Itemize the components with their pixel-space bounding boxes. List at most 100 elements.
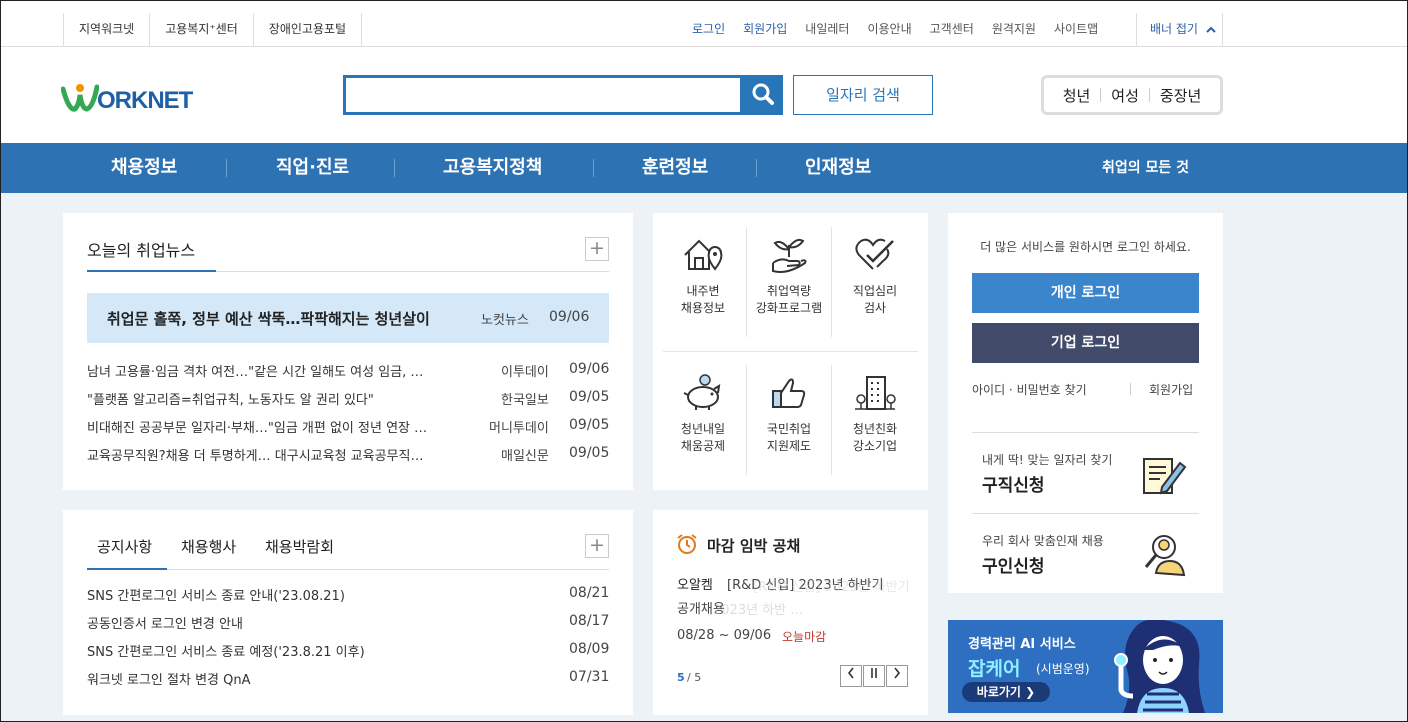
banner-service-name: 잡케어 <box>968 658 1021 680</box>
login-panel: 더 많은 서비스를 원하시면 로그인 하세요. 개인 로그인 기업 로그인 아이… <box>948 213 1223 593</box>
tab-underline <box>87 568 167 570</box>
nav-career[interactable]: 직업·진로 <box>276 143 349 193</box>
news-row[interactable]: 비대해진 공공부문 일자리·부채…"임금 개편 없이 정년 연장 … 머니투데이… <box>87 417 609 437</box>
news-row[interactable]: 교육공무직원?채용 더 투명하게… 대구시교육청 교육공무직… 매일신문 09/… <box>87 445 609 465</box>
news-row[interactable]: "플랫폼 알고리즘=취업규칙, 노동자도 알 권리 있다" 한국일보 09/05 <box>87 389 609 409</box>
site-header: ORKNET 일자리 검색 청년 여성 중장년 <box>1 47 1407 143</box>
news-title[interactable]: 오늘의 취업뉴스 <box>87 237 195 261</box>
company-login-button[interactable]: 기업 로그인 <box>972 323 1199 363</box>
search-button[interactable] <box>743 75 783 115</box>
login-link[interactable]: 로그인 <box>683 13 734 47</box>
building-icon <box>855 376 896 410</box>
news-row-source: 머니투데이 <box>489 421 549 436</box>
heart-check-icon <box>855 238 894 270</box>
target-middle-aged[interactable]: 중장년 <box>1160 85 1201 106</box>
banner-fold-button[interactable]: 배너 접기 <box>1136 13 1223 47</box>
notice-date: 08/21 <box>569 585 610 601</box>
service-label-2: 강화프로그램 <box>755 301 823 315</box>
family-site-links: 지역워크넷 고용복지⁺센터 장애인고용포털 <box>63 13 363 47</box>
personal-login-button[interactable]: 개인 로그인 <box>972 273 1199 313</box>
link-disabled-employment-portal[interactable]: 장애인고용포털 <box>254 13 363 47</box>
divider <box>1148 88 1150 102</box>
target-youth[interactable]: 청년 <box>1063 85 1091 106</box>
news-row-date: 09/05 <box>569 445 610 461</box>
top-utility-bar: 지역워크넷 고용복지⁺센터 장애인고용포털 로그인 회원가입 내일레터 이용안내… <box>1 1 1407 47</box>
service-psych-test[interactable]: 직업심리 검사 <box>833 235 917 317</box>
tab-job-fairs[interactable]: 채용박람회 <box>265 536 334 557</box>
link-local-worknet[interactable]: 지역워크넷 <box>64 13 151 47</box>
notice-row[interactable]: 워크넷 로그인 절차 변경 QnA 07/31 <box>87 669 609 689</box>
service-competency-program[interactable]: 취업역량 강화프로그램 <box>747 235 831 317</box>
news-row[interactable]: 남녀 고용률·임금 격차 여전…"같은 시간 일해도 여성 임금, … 이투데이… <box>87 361 609 381</box>
next-button[interactable] <box>886 665 908 687</box>
notice-more-button[interactable]: + <box>585 534 609 558</box>
notice-title: 워크넷 로그인 절차 변경 QnA <box>87 673 251 688</box>
resume-pen-icon <box>1143 458 1187 495</box>
guide-link[interactable]: 이용안내 <box>858 13 920 47</box>
hire-apply-title: 구인신청 <box>982 557 1045 577</box>
pause-icon <box>871 668 877 678</box>
signup-link[interactable]: 회원가입 <box>734 13 796 47</box>
link-employment-welfare-center[interactable]: 고용복지⁺센터 <box>150 13 254 47</box>
nav-welfare-policy[interactable]: 고용복지정책 <box>443 143 542 193</box>
customer-center-link[interactable]: 고객센터 <box>921 13 983 47</box>
notice-date: 08/09 <box>569 641 610 657</box>
search-icon <box>752 83 774 105</box>
service-national-employment-support[interactable]: 국민취업 지원제도 <box>747 373 831 455</box>
pause-button[interactable] <box>863 665 885 687</box>
divider <box>1100 88 1102 102</box>
news-headline[interactable]: 취업문 홀쭉, 정부 예산 싹뚝…팍팍해지는 청년살이 노컷뉴스 09/06 <box>87 293 609 343</box>
worknet-logo[interactable]: ORKNET <box>61 83 221 117</box>
notice-date: 08/17 <box>569 613 610 629</box>
divider <box>831 227 832 337</box>
deadline-period: 08/28 ~ 09/06 <box>677 628 772 643</box>
notice-title: SNS 간편로그인 서비스 종료 예정('23.8.21 이후) <box>87 645 365 660</box>
nav-talent[interactable]: 인재정보 <box>805 143 871 193</box>
news-row-source: 한국일보 <box>501 393 549 408</box>
divider <box>663 351 918 352</box>
notice-row[interactable]: SNS 간편로그인 서비스 종료 예정('23.8.21 이후) 08/09 <box>87 641 609 661</box>
service-youth-friendly-companies[interactable]: 청년친화 강소기업 <box>833 373 917 455</box>
divider <box>831 365 832 475</box>
deadline-panel: 마감 임박 공채 오알켐 [R&D 신입] 2023년 하반기 [R&D 신입]… <box>653 510 928 715</box>
tab-job-events[interactable]: 채용행사 <box>181 536 236 557</box>
house-pin-icon <box>684 239 723 271</box>
prev-button[interactable] <box>840 665 862 687</box>
remote-support-link[interactable]: 원격지원 <box>983 13 1045 47</box>
news-more-button[interactable]: + <box>585 237 609 261</box>
notice-title: 공동인증서 로그인 변경 안내 <box>87 617 243 632</box>
deadline-company: 오알켐 <box>677 578 713 593</box>
newsletter-link[interactable]: 내일레터 <box>796 13 858 47</box>
employment-news-panel: 오늘의 취업뉴스 + 취업문 홀쭉, 정부 예산 싹뚝…팍팍해지는 청년살이 노… <box>63 213 633 490</box>
woman-illustration <box>1114 620 1205 713</box>
job-search-button[interactable]: 일자리 검색 <box>793 75 933 115</box>
divider <box>1130 383 1131 395</box>
service-label-2: 지원제도 <box>766 439 812 453</box>
headline-date: 09/06 <box>549 309 590 325</box>
logo-w-icon <box>61 84 99 112</box>
find-account-link[interactable]: 아이디 · 비밀번호 찾기 <box>972 381 1087 398</box>
sitemap-link[interactable]: 사이트맵 <box>1045 13 1107 47</box>
nav-training[interactable]: 훈련정보 <box>642 143 708 193</box>
alarm-clock-icon <box>677 534 697 554</box>
tab-notices[interactable]: 공지사항 <box>97 536 152 557</box>
service-youth-savings[interactable]: 청년내일 채움공제 <box>661 373 745 455</box>
banner-go-button[interactable]: 바로가기 ❯ <box>962 682 1050 702</box>
jobcare-banner[interactable]: 경력관리 AI 서비스 잡케어 (시범운영) 바로가기 ❯ <box>948 620 1223 713</box>
search-input[interactable] <box>343 75 743 115</box>
headline-source: 노컷뉴스 <box>481 313 529 328</box>
notice-row[interactable]: 공동인증서 로그인 변경 안내 08/17 <box>87 613 609 633</box>
job-apply-caption: 내게 딱! 맞는 일자리 찾기 <box>982 453 1113 467</box>
nav-all-about-employment[interactable]: 취업의 모든 것 <box>1102 143 1189 193</box>
service-label-2: 채용정보 <box>680 301 726 315</box>
page-total: / 5 <box>687 671 702 684</box>
nav-divider <box>226 159 227 177</box>
notice-title: SNS 간편로그인 서비스 종료 안내('23.08.21) <box>87 589 345 604</box>
target-women[interactable]: 여성 <box>1111 85 1139 106</box>
notice-row[interactable]: SNS 간편로그인 서비스 종료 안내('23.08.21) 08/21 <box>87 585 609 605</box>
deadline-ghost-title: [R&D 신입] 2023년 하반기 <box>753 580 910 595</box>
signup-link[interactable]: 회원가입 <box>1149 381 1193 398</box>
deadline-ghost-title-2: 2023년 하반 … <box>713 603 804 618</box>
nav-job-info[interactable]: 채용정보 <box>111 143 177 193</box>
service-nearby-jobs[interactable]: 내주변 채용정보 <box>661 235 745 317</box>
